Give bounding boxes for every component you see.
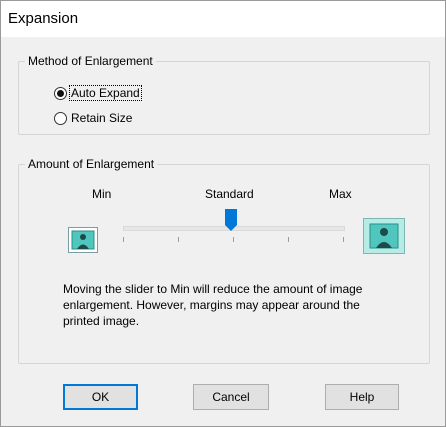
radio-retain-size-label: Retain Size: [71, 111, 133, 125]
enlargement-slider-thumb[interactable]: [224, 208, 238, 235]
radio-auto-expand-circle[interactable]: [54, 86, 67, 100]
slider-tick: [123, 237, 124, 242]
slider-min-label: Min: [92, 187, 112, 201]
cancel-button[interactable]: Cancel: [193, 384, 269, 410]
slider-tick: [233, 237, 234, 242]
ok-button[interactable]: OK: [63, 384, 138, 410]
method-group-label: Method of Enlargement: [25, 54, 156, 68]
slider-description: Moving the slider to Min will reduce the…: [63, 282, 363, 328]
radio-retain-size[interactable]: Retain Size: [54, 111, 133, 125]
slider-tick: [178, 237, 179, 242]
slider-max-label: Max: [329, 187, 352, 201]
slider-tick: [343, 237, 344, 242]
help-button[interactable]: Help: [325, 384, 399, 410]
radio-auto-expand[interactable]: Auto Expand: [54, 85, 142, 101]
image-large-icon: [363, 218, 405, 254]
slider-standard-label: Standard: [205, 187, 254, 201]
amount-group-label: Amount of Enlargement: [25, 157, 158, 171]
title-bar: Expansion: [1, 1, 445, 37]
slider-tick: [288, 237, 289, 242]
dialog-title: Expansion: [8, 10, 79, 27]
expansion-dialog: Expansion Method of Enlargement Auto Exp…: [0, 0, 446, 427]
radio-retain-size-circle[interactable]: [54, 111, 67, 125]
image-small-icon: [68, 227, 98, 253]
radio-auto-expand-label: Auto Expand: [69, 85, 142, 101]
